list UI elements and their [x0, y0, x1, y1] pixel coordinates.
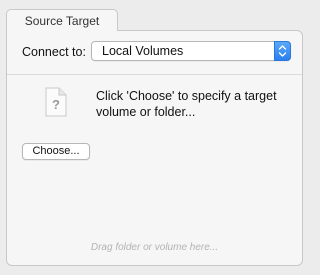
tab-label: Source Target	[24, 14, 100, 28]
unknown-file-icon: ?	[45, 87, 67, 122]
drop-zone-hint[interactable]: Drag folder or volume here...	[7, 242, 302, 253]
tab-source-target[interactable]: Source Target	[6, 9, 118, 31]
connect-select-value: Local Volumes	[102, 44, 184, 58]
connect-select[interactable]: Local Volumes	[91, 41, 291, 61]
connect-row: Connect to: Local Volumes	[7, 31, 302, 75]
choose-button[interactable]: Choose...	[22, 143, 90, 160]
svg-text:?: ?	[52, 97, 60, 112]
up-down-chevron-icon	[274, 41, 291, 61]
source-target-panel: Connect to: Local Volumes ? Click 'Choos…	[6, 30, 303, 266]
instruction-text: Click 'Choose' to specify a target volum…	[96, 89, 277, 119]
connect-label: Connect to:	[22, 45, 86, 59]
